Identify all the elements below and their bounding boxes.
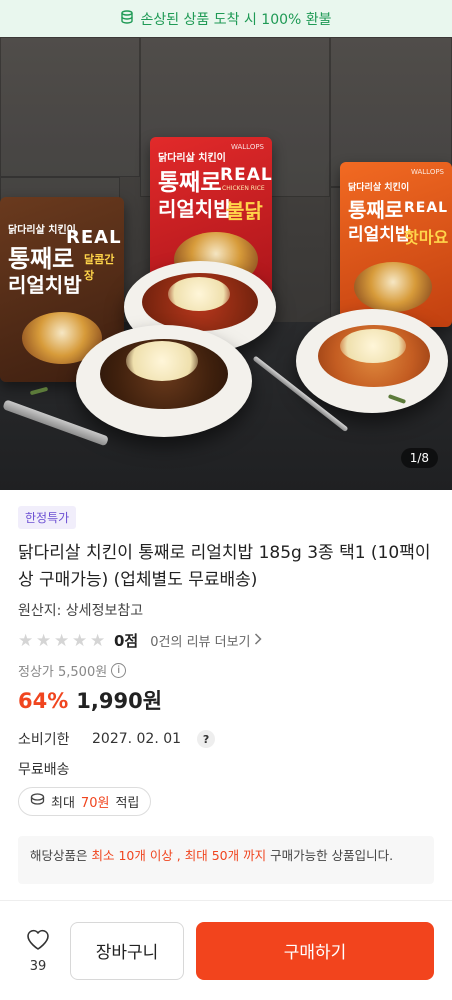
- star-icon: ★: [90, 630, 106, 651]
- rating-row: ★ ★ ★ ★ ★ 0점 0건의 리뷰 더보기: [18, 630, 434, 651]
- wall-tile: [0, 37, 140, 177]
- bowl-cheese: [168, 277, 230, 311]
- pouch-sub: CHICKEN RICE: [222, 185, 265, 192]
- expiry-date: 2027. 02. 01: [92, 731, 182, 747]
- pouch-real: REAL: [66, 227, 122, 248]
- gallery-page-indicator: 1/8: [400, 448, 438, 468]
- points-reward-chip: 최대 70원 적립: [18, 787, 152, 816]
- coin-icon: [30, 793, 45, 810]
- pouch-real: REAL: [220, 165, 272, 185]
- pouch-big1: 통째로: [158, 170, 222, 196]
- price-row: 64% 1,990원: [18, 685, 434, 715]
- expiry-row: 소비기한 2027. 02. 01 ?: [18, 729, 434, 749]
- rice-bowl-hotmayo: [296, 309, 448, 413]
- expiry-label: 소비기한: [18, 732, 70, 748]
- heart-icon: [25, 927, 51, 955]
- rating-score: 0점: [114, 632, 139, 650]
- pouch-food-photo: [354, 262, 432, 312]
- product-info: 한정특가 닭다리살 치킨이 통째로 리얼치밥 185g 3종 택1 (10팩이상…: [0, 490, 452, 816]
- notice-part1: 해당상품은: [30, 848, 92, 863]
- pouch-big2: 리얼치밥: [8, 273, 82, 297]
- pouch-line1: 닭다리살 치킨이: [348, 183, 410, 193]
- notice-limit: 최소 10개 이상 , 최대 50개 까지: [91, 848, 267, 863]
- star-icon: ★: [54, 630, 70, 651]
- bowl-cheese: [126, 341, 198, 381]
- like-count: 39: [29, 959, 47, 974]
- pouch-flavor: 불닭: [226, 199, 263, 223]
- shipping-info: 무료배송: [18, 762, 70, 778]
- pouch-big2: 리얼치밥: [348, 225, 411, 245]
- pouch-brand: WALLOPS: [230, 143, 264, 151]
- pouch-big2: 리얼치밥: [158, 197, 232, 221]
- like-button[interactable]: 39: [18, 927, 58, 974]
- chevron-right-icon: [254, 632, 262, 649]
- list-price: 정상가 5,500원: [18, 665, 108, 680]
- product-title: 닭다리살 치킨이 통째로 리얼치밥 185g 3종 택1 (10팩이상 구매가능…: [18, 543, 431, 590]
- banner-text: 손상된 상품 도착 시 100% 환불: [140, 11, 332, 28]
- add-to-cart-button[interactable]: 장바구니: [70, 921, 184, 980]
- bowl-cheese: [340, 329, 406, 363]
- pouch-line1: 닭다리살 치킨이: [158, 153, 226, 164]
- rice-bowl-sweet-soy: [76, 325, 252, 437]
- star-icon: ★: [18, 630, 34, 651]
- points-prefix: 최대: [51, 796, 75, 811]
- points-amount: 70원: [80, 796, 110, 811]
- points-suffix: 적립: [115, 796, 140, 811]
- product-pouch-hotmayo: WALLOPS 닭다리살 치킨이 통째로 REAL 리얼치밥 핫마요: [340, 162, 452, 327]
- refund-guarantee-banner: 손상된 상품 도착 시 100% 환불: [0, 0, 452, 37]
- bottom-action-bar: 39 장바구니 구매하기: [0, 900, 452, 1000]
- review-more-label: 0건의 리뷰 더보기: [150, 635, 251, 650]
- help-question-icon[interactable]: ?: [197, 730, 216, 748]
- info-icon[interactable]: i: [111, 663, 127, 678]
- review-more-link[interactable]: 0건의 리뷰 더보기: [150, 631, 262, 650]
- discount-rate: 64%: [18, 689, 69, 713]
- notice-part2: 구매가능한 상품입니다.: [266, 848, 394, 863]
- origin-info: 원산지: 상세정보참고: [18, 603, 144, 619]
- sale-price: 1,990원: [76, 689, 163, 713]
- list-price-row: 정상가 5,500원 i: [18, 661, 434, 680]
- pouch-brand: WALLOPS: [410, 168, 444, 176]
- coin-stack-icon: [120, 9, 134, 28]
- buy-now-button[interactable]: 구매하기: [196, 921, 434, 980]
- star-icon: ★: [36, 630, 52, 651]
- pouch-flavor: 달콤간장: [84, 253, 115, 282]
- star-icon: ★: [72, 630, 88, 651]
- purchase-limit-notice: 해당상품은 최소 10개 이상 , 최대 50개 까지 구매가능한 상품입니다.: [18, 836, 434, 884]
- pouch-big1: 통째로: [348, 198, 404, 222]
- product-image-gallery[interactable]: 닭다리살 치킨이 REAL 통째로 리얼치밥 달콤간장 WALLOPS 닭다리살…: [0, 37, 452, 490]
- pouch-real: REAL: [404, 200, 449, 216]
- limited-deal-badge: 한정특가: [18, 506, 77, 529]
- pouch-flavor: 핫마요: [404, 228, 449, 247]
